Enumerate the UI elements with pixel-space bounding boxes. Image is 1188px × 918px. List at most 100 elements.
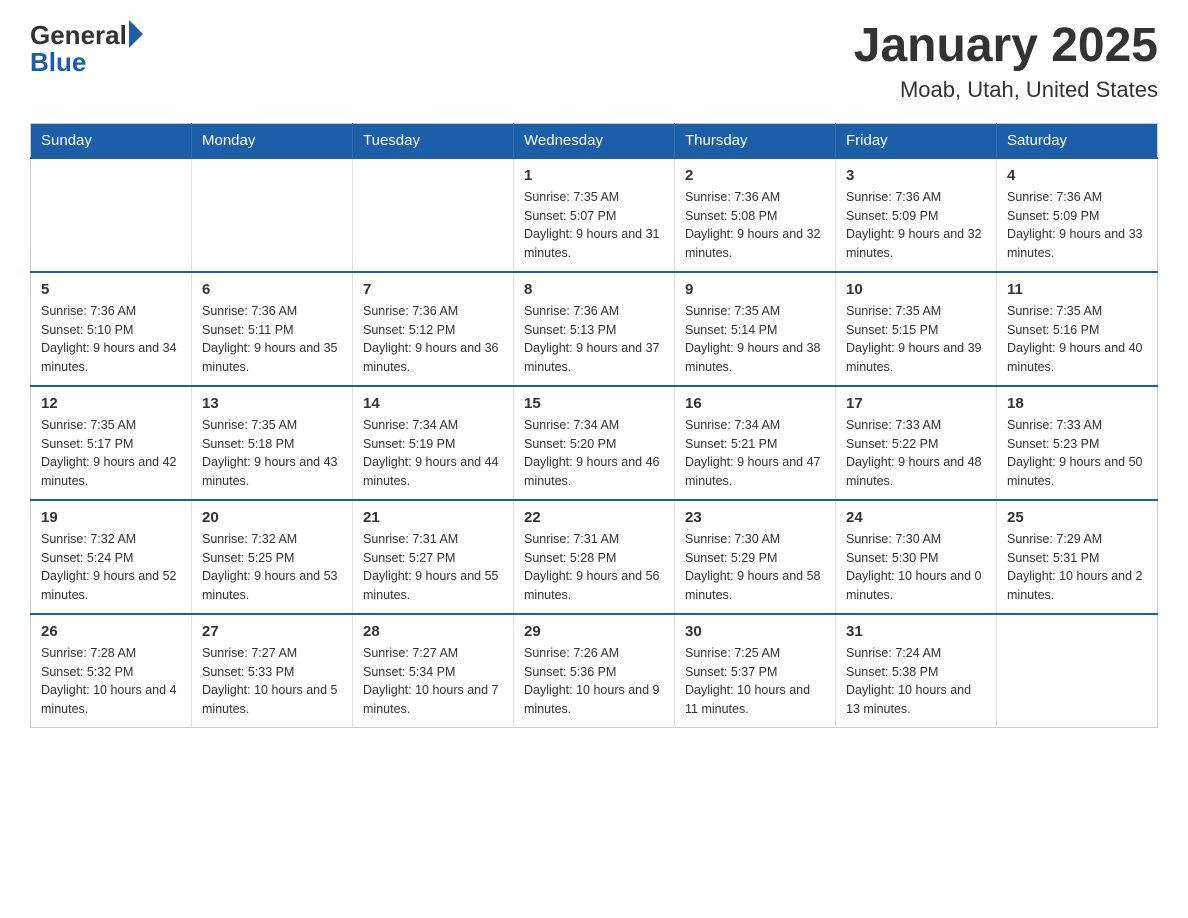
day-info: Sunrise: 7:36 AM Sunset: 5:12 PM Dayligh… (363, 302, 503, 377)
day-info: Sunrise: 7:34 AM Sunset: 5:21 PM Dayligh… (685, 416, 825, 491)
day-of-week-friday: Friday (836, 123, 997, 158)
calendar-cell: 18 Sunrise: 7:33 AM Sunset: 5:23 PM Dayli… (997, 386, 1158, 500)
calendar-cell (31, 158, 192, 272)
day-info: Sunrise: 7:31 AM Sunset: 5:27 PM Dayligh… (363, 530, 503, 605)
day-info: Sunrise: 7:30 AM Sunset: 5:30 PM Dayligh… (846, 530, 986, 605)
day-info: Sunrise: 7:35 AM Sunset: 5:15 PM Dayligh… (846, 302, 986, 377)
day-info: Sunrise: 7:26 AM Sunset: 5:36 PM Dayligh… (524, 644, 664, 719)
calendar-cell: 15 Sunrise: 7:34 AM Sunset: 5:20 PM Dayli… (514, 386, 675, 500)
calendar-cell: 4 Sunrise: 7:36 AM Sunset: 5:09 PM Daylig… (997, 158, 1158, 272)
calendar-week-2: 5 Sunrise: 7:36 AM Sunset: 5:10 PM Daylig… (31, 272, 1158, 386)
page-header: General Blue January 2025 Moab, Utah, Un… (30, 20, 1158, 103)
day-info: Sunrise: 7:35 AM Sunset: 5:17 PM Dayligh… (41, 416, 181, 491)
calendar-table: SundayMondayTuesdayWednesdayThursdayFrid… (30, 123, 1158, 728)
calendar-cell: 8 Sunrise: 7:36 AM Sunset: 5:13 PM Daylig… (514, 272, 675, 386)
calendar-cell: 26Sunrise: 7:28 AM Sunset: 5:32 PM Dayli… (31, 614, 192, 728)
calendar-cell: 16Sunrise: 7:34 AM Sunset: 5:21 PM Dayli… (675, 386, 836, 500)
calendar-cell (353, 158, 514, 272)
calendar-cell: 31Sunrise: 7:24 AM Sunset: 5:38 PM Dayli… (836, 614, 997, 728)
day-number: 29 (524, 623, 664, 640)
day-number: 13 (202, 395, 342, 412)
calendar-cell: 13Sunrise: 7:35 AM Sunset: 5:18 PM Dayli… (192, 386, 353, 500)
calendar-cell: 21 Sunrise: 7:31 AM Sunset: 5:27 PM Dayli… (353, 500, 514, 614)
day-number: 9 (685, 281, 825, 298)
day-info: Sunrise: 7:24 AM Sunset: 5:38 PM Dayligh… (846, 644, 986, 719)
calendar-cell: 14 Sunrise: 7:34 AM Sunset: 5:19 PM Dayli… (353, 386, 514, 500)
day-info: Sunrise: 7:34 AM Sunset: 5:19 PM Dayligh… (363, 416, 503, 491)
day-info: Sunrise: 7:29 AM Sunset: 5:31 PM Dayligh… (1007, 530, 1147, 605)
day-number: 14 (363, 395, 503, 412)
day-number: 27 (202, 623, 342, 640)
calendar-cell: 5 Sunrise: 7:36 AM Sunset: 5:10 PM Daylig… (31, 272, 192, 386)
calendar-cell: 27Sunrise: 7:27 AM Sunset: 5:33 PM Dayli… (192, 614, 353, 728)
day-number: 30 (685, 623, 825, 640)
calendar-cell: 20Sunrise: 7:32 AM Sunset: 5:25 PM Dayli… (192, 500, 353, 614)
day-info: Sunrise: 7:27 AM Sunset: 5:34 PM Dayligh… (363, 644, 503, 719)
calendar-week-4: 19Sunrise: 7:32 AM Sunset: 5:24 PM Dayli… (31, 500, 1158, 614)
calendar-cell: 30 Sunrise: 7:25 AM Sunset: 5:37 PM Dayli… (675, 614, 836, 728)
calendar-week-5: 26Sunrise: 7:28 AM Sunset: 5:32 PM Dayli… (31, 614, 1158, 728)
day-info: Sunrise: 7:36 AM Sunset: 5:09 PM Dayligh… (846, 188, 986, 263)
day-info: Sunrise: 7:35 AM Sunset: 5:14 PM Dayligh… (685, 302, 825, 377)
day-number: 6 (202, 281, 342, 298)
day-number: 4 (1007, 167, 1147, 184)
calendar-cell: 29 Sunrise: 7:26 AM Sunset: 5:36 PM Dayli… (514, 614, 675, 728)
day-number: 28 (363, 623, 503, 640)
calendar-cell: 28 Sunrise: 7:27 AM Sunset: 5:34 PM Dayli… (353, 614, 514, 728)
day-of-week-wednesday: Wednesday (514, 123, 675, 158)
day-number: 3 (846, 167, 986, 184)
day-info: Sunrise: 7:34 AM Sunset: 5:20 PM Dayligh… (524, 416, 664, 491)
day-number: 17 (846, 395, 986, 412)
calendar-cell: 11Sunrise: 7:35 AM Sunset: 5:16 PM Dayli… (997, 272, 1158, 386)
calendar-cell: 12Sunrise: 7:35 AM Sunset: 5:17 PM Dayli… (31, 386, 192, 500)
calendar-cell: 3 Sunrise: 7:36 AM Sunset: 5:09 PM Daylig… (836, 158, 997, 272)
calendar-week-3: 12Sunrise: 7:35 AM Sunset: 5:17 PM Dayli… (31, 386, 1158, 500)
day-info: Sunrise: 7:28 AM Sunset: 5:32 PM Dayligh… (41, 644, 181, 719)
day-number: 7 (363, 281, 503, 298)
calendar-week-1: 1 Sunrise: 7:35 AM Sunset: 5:07 PM Daylig… (31, 158, 1158, 272)
day-info: Sunrise: 7:35 AM Sunset: 5:07 PM Dayligh… (524, 188, 664, 263)
calendar-body: 1 Sunrise: 7:35 AM Sunset: 5:07 PM Daylig… (31, 158, 1158, 728)
calendar-cell: 19Sunrise: 7:32 AM Sunset: 5:24 PM Dayli… (31, 500, 192, 614)
calendar-title: January 2025 (854, 20, 1158, 73)
calendar-cell: 23Sunrise: 7:30 AM Sunset: 5:29 PM Dayli… (675, 500, 836, 614)
calendar-cell: 7 Sunrise: 7:36 AM Sunset: 5:12 PM Daylig… (353, 272, 514, 386)
day-info: Sunrise: 7:36 AM Sunset: 5:08 PM Dayligh… (685, 188, 825, 263)
day-number: 8 (524, 281, 664, 298)
calendar-location: Moab, Utah, United States (854, 77, 1158, 103)
days-of-week-row: SundayMondayTuesdayWednesdayThursdayFrid… (31, 123, 1158, 158)
day-info: Sunrise: 7:25 AM Sunset: 5:37 PM Dayligh… (685, 644, 825, 719)
day-info: Sunrise: 7:33 AM Sunset: 5:23 PM Dayligh… (1007, 416, 1147, 491)
calendar-cell: 1 Sunrise: 7:35 AM Sunset: 5:07 PM Daylig… (514, 158, 675, 272)
day-info: Sunrise: 7:36 AM Sunset: 5:09 PM Dayligh… (1007, 188, 1147, 263)
calendar-header: SundayMondayTuesdayWednesdayThursdayFrid… (31, 123, 1158, 158)
calendar-cell: 17Sunrise: 7:33 AM Sunset: 5:22 PM Dayli… (836, 386, 997, 500)
day-info: Sunrise: 7:36 AM Sunset: 5:11 PM Dayligh… (202, 302, 342, 377)
day-info: Sunrise: 7:36 AM Sunset: 5:13 PM Dayligh… (524, 302, 664, 377)
day-of-week-tuesday: Tuesday (353, 123, 514, 158)
day-number: 1 (524, 167, 664, 184)
day-number: 21 (363, 509, 503, 526)
day-info: Sunrise: 7:31 AM Sunset: 5:28 PM Dayligh… (524, 530, 664, 605)
calendar-cell: 24 Sunrise: 7:30 AM Sunset: 5:30 PM Dayli… (836, 500, 997, 614)
day-of-week-saturday: Saturday (997, 123, 1158, 158)
calendar-cell (997, 614, 1158, 728)
calendar-title-block: January 2025 Moab, Utah, United States (854, 20, 1158, 103)
day-number: 24 (846, 509, 986, 526)
calendar-cell: 10 Sunrise: 7:35 AM Sunset: 5:15 PM Dayli… (836, 272, 997, 386)
day-info: Sunrise: 7:32 AM Sunset: 5:24 PM Dayligh… (41, 530, 181, 605)
day-number: 10 (846, 281, 986, 298)
logo-arrow-icon (129, 20, 143, 48)
day-number: 5 (41, 281, 181, 298)
day-number: 2 (685, 167, 825, 184)
day-info: Sunrise: 7:36 AM Sunset: 5:10 PM Dayligh… (41, 302, 181, 377)
calendar-cell: 25Sunrise: 7:29 AM Sunset: 5:31 PM Dayli… (997, 500, 1158, 614)
day-number: 18 (1007, 395, 1147, 412)
calendar-cell: 2 Sunrise: 7:36 AM Sunset: 5:08 PM Daylig… (675, 158, 836, 272)
day-number: 15 (524, 395, 664, 412)
logo-text-blue: Blue (30, 47, 143, 78)
day-number: 20 (202, 509, 342, 526)
logo: General Blue (30, 20, 143, 78)
calendar-cell: 9 Sunrise: 7:35 AM Sunset: 5:14 PM Daylig… (675, 272, 836, 386)
day-of-week-sunday: Sunday (31, 123, 192, 158)
